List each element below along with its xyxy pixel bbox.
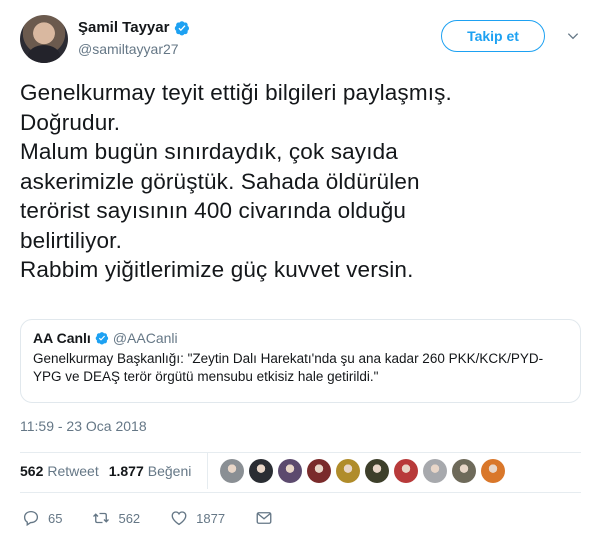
quoted-tweet-text: Genelkurmay Başkanlığı: "Zeytin Dalı Har… [33, 351, 544, 384]
liker-avatar[interactable] [394, 459, 419, 483]
reply-icon [23, 510, 39, 527]
liker-avatar[interactable] [452, 459, 477, 483]
tweet-timestamp[interactable]: 11:59 - 23 Oca 2018 [20, 418, 147, 434]
heart-icon [171, 511, 187, 526]
liker-avatar[interactable] [307, 459, 332, 483]
engagement-stats: 562 Retweet 1.877 Beğeni [20, 453, 506, 489]
retweet-count[interactable]: 562 [20, 463, 43, 479]
liker-avatar[interactable] [336, 459, 361, 483]
direct-message-button[interactable] [255, 509, 273, 527]
retweet-action-count: 562 [118, 510, 141, 526]
reply-button[interactable]: 65 [22, 509, 62, 527]
retweet-icon [93, 512, 110, 524]
liker-avatars [220, 459, 506, 483]
quoted-author-handle: @AACanli [112, 330, 178, 346]
liker-avatar[interactable] [365, 459, 390, 483]
tweet-header: Şamil Tayyar @samiltayyar27 Takip et [20, 15, 590, 65]
follow-button[interactable]: Takip et [441, 20, 545, 52]
liker-avatar[interactable] [423, 459, 448, 483]
retweet-button[interactable]: 562 [92, 509, 140, 527]
author-avatar[interactable] [20, 15, 68, 63]
divider [20, 492, 581, 493]
liker-avatar[interactable] [249, 459, 274, 483]
author-handle[interactable]: @samiltayyar27 [78, 41, 190, 57]
liker-avatar[interactable] [481, 459, 506, 483]
chevron-down-icon[interactable] [566, 29, 580, 43]
quoted-tweet-card[interactable]: AA Canlı @AACanli Genelkurmay Başkanlığı… [20, 319, 581, 403]
verified-badge-icon [95, 332, 108, 345]
quoted-tweet-header: AA Canlı @AACanli [33, 330, 568, 346]
divider [207, 453, 209, 489]
like-action-count: 1877 [196, 510, 226, 526]
like-button[interactable]: 1877 [170, 509, 225, 527]
author-name-row: Şamil Tayyar [78, 19, 190, 36]
verified-badge-icon [175, 20, 190, 35]
author-info[interactable]: Şamil Tayyar @samiltayyar27 [78, 19, 190, 57]
retweet-label[interactable]: Retweet [47, 463, 98, 479]
like-count[interactable]: 1.877 [109, 463, 144, 479]
tweet-text: Genelkurmay teyit ettiği bilgileri payla… [20, 80, 452, 282]
reply-count: 65 [48, 510, 63, 526]
quoted-author-name: AA Canlı [33, 330, 91, 346]
like-label[interactable]: Beğeni [148, 463, 192, 479]
liker-avatar[interactable] [278, 459, 303, 483]
author-display-name[interactable]: Şamil Tayyar [78, 19, 169, 36]
envelope-icon [256, 512, 272, 524]
tweet-actions: 65 562 1877 [22, 509, 303, 527]
liker-avatar[interactable] [220, 459, 245, 483]
